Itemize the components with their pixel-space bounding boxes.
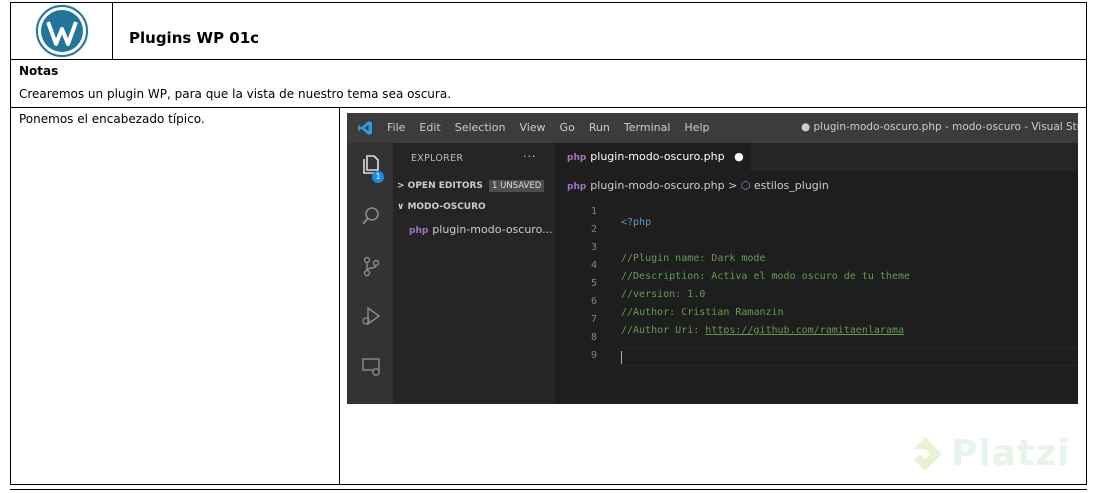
menu-selection[interactable]: Selection xyxy=(455,121,506,134)
menu-view[interactable]: View xyxy=(519,121,545,134)
menu-file[interactable]: File xyxy=(387,121,405,134)
activity-bar: 1 xyxy=(347,143,393,404)
current-line-highlight xyxy=(613,348,1078,366)
notes-text: Crearemos un plugin WP, para que la vist… xyxy=(19,87,452,101)
code-line: 6 //Author: Cristian Ramanzin xyxy=(555,285,1078,318)
wordpress-logo-icon xyxy=(34,4,89,58)
php-file-icon: php xyxy=(567,153,587,163)
code-line: 1 <?php xyxy=(555,195,1078,228)
code-line: 4 //Description: Activa el modo oscuro d… xyxy=(555,249,1078,282)
code-line: 7 //Author Uri: https://github.com/ramit… xyxy=(555,303,1078,336)
explorer-title: EXPLORER xyxy=(411,153,464,164)
source-control-icon[interactable] xyxy=(360,255,382,277)
platzi-logo-icon xyxy=(914,436,942,471)
line-number: 9 xyxy=(590,350,597,361)
vscode-screenshot: File Edit Selection View Go Run Terminal… xyxy=(347,113,1078,404)
code-line: 3 //Plugin name: Dark mode xyxy=(555,231,1078,264)
explorer-file-item[interactable]: php plugin-modo-oscuro... xyxy=(409,223,553,236)
explorer-unsaved-badge: 1 xyxy=(372,171,384,183)
more-actions-icon[interactable]: ··· xyxy=(523,150,537,163)
notes-label: Notas xyxy=(19,64,59,78)
breadcrumb-symbol[interactable]: estilos_plugin xyxy=(754,179,829,192)
remote-explorer-icon[interactable] xyxy=(360,355,382,377)
watermark-text: Platzi xyxy=(951,433,1071,474)
folder-modo-oscuro[interactable]: ∨ MODO-OSCURO xyxy=(397,202,486,212)
step-description-cell: Ponemos el encabezado típico. xyxy=(11,108,340,484)
tab-plugin-modo-oscuro[interactable]: php plugin-modo-oscuro.php ● xyxy=(555,143,750,171)
header-row: Plugins WP 01c xyxy=(10,2,1087,60)
editor-tabs: php plugin-modo-oscuro.php ● xyxy=(555,143,1078,171)
vscode-logo-icon xyxy=(358,121,372,135)
run-debug-icon[interactable] xyxy=(360,305,382,327)
code-line: 2 xyxy=(555,213,1078,235)
text-cursor xyxy=(621,351,622,364)
menu-edit[interactable]: Edit xyxy=(419,121,440,134)
table-bottom-border xyxy=(10,489,1087,490)
php-file-icon: php xyxy=(409,226,429,236)
breadcrumb: php plugin-modo-oscuro.php > ⬡ estilos_pl… xyxy=(567,179,829,192)
menu-go[interactable]: Go xyxy=(560,121,575,134)
open-editors-label: > OPEN EDITORS xyxy=(397,181,483,191)
page-title: Plugins WP 01c xyxy=(129,29,260,47)
menu-help[interactable]: Help xyxy=(684,121,709,134)
explorer-sidebar: EXPLORER ··· > OPEN EDITORS 1 UNSAVED ∨ … xyxy=(393,143,555,404)
breadcrumb-separator: > xyxy=(728,179,738,192)
notes-row: Notas Crearemos un plugin WP, para que l… xyxy=(10,60,1087,108)
window-title: ● plugin-modo-oscuro.php - modo-oscuro -… xyxy=(801,121,1078,133)
code-line: 5 //version: 1.0 xyxy=(555,267,1078,300)
search-icon[interactable] xyxy=(360,205,382,227)
menu-run[interactable]: Run xyxy=(589,121,610,134)
step-text: Ponemos el encabezado típico. xyxy=(19,112,205,126)
code-line: 8 xyxy=(555,321,1078,343)
unsaved-badge: 1 UNSAVED xyxy=(489,180,545,192)
open-editors-section[interactable]: > OPEN EDITORS 1 UNSAVED xyxy=(397,180,545,192)
vscode-menu: File Edit Selection View Go Run Terminal… xyxy=(387,121,723,134)
explorer-file-label: plugin-modo-oscuro... xyxy=(432,223,553,236)
symbol-icon: ⬡ xyxy=(740,179,751,192)
breadcrumb-file[interactable]: plugin-modo-oscuro.php xyxy=(590,179,724,192)
vscode-titlebar: File Edit Selection View Go Run Terminal… xyxy=(347,113,1078,143)
logo-cell xyxy=(11,3,113,59)
menu-terminal[interactable]: Terminal xyxy=(624,121,671,134)
unsaved-dot-icon[interactable]: ● xyxy=(734,150,744,163)
editor-area: php plugin-modo-oscuro.php ● php plugin-mo… xyxy=(555,143,1078,404)
platzi-watermark: Platzi xyxy=(905,433,1071,474)
php-file-icon: php xyxy=(567,182,587,192)
tab-label: plugin-modo-oscuro.php xyxy=(590,150,725,163)
